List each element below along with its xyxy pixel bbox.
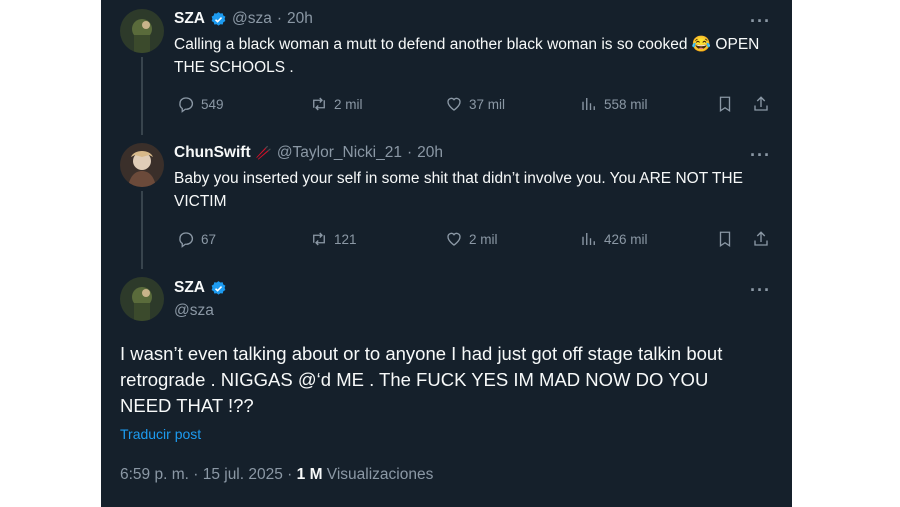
tweet-text: Baby you inserted your self in some shit… bbox=[174, 170, 743, 210]
share-button[interactable] bbox=[752, 95, 770, 113]
author-name[interactable]: SZA bbox=[174, 10, 205, 28]
tweet-time[interactable]: 20h bbox=[417, 144, 443, 162]
views-button[interactable]: 558 mil bbox=[580, 95, 648, 113]
reply-button[interactable]: 67 bbox=[177, 230, 216, 248]
thread-connector bbox=[141, 191, 143, 269]
like-icon bbox=[447, 97, 461, 111]
tweet-header: ChunSwift 🥢 @Taylor_Nicki_21 · 20h bbox=[174, 144, 443, 162]
repost-button[interactable]: 2 mil bbox=[310, 95, 363, 113]
tweet-text: Calling a black woman a mutt to defend a… bbox=[174, 36, 760, 76]
verified-badge-icon bbox=[211, 280, 226, 295]
reply-icon bbox=[179, 97, 194, 113]
author-handle[interactable]: @sza bbox=[174, 302, 214, 320]
views-label: Visualizaciones bbox=[326, 466, 434, 483]
reply-icon bbox=[179, 232, 194, 248]
tweet-actions: 67 121 2 mil 426 mil bbox=[174, 230, 774, 250]
like-button[interactable]: 37 mil bbox=[445, 95, 505, 113]
repost-icon bbox=[313, 97, 325, 111]
bookmark-icon bbox=[719, 231, 731, 248]
separator-dot: · bbox=[276, 10, 283, 27]
like-icon bbox=[447, 232, 461, 246]
author-handle[interactable]: @sza bbox=[232, 10, 272, 28]
repost-icon bbox=[313, 232, 325, 246]
like-count: 2 mil bbox=[469, 231, 498, 247]
bookmark-button[interactable] bbox=[716, 95, 734, 113]
more-icon[interactable]: ··· bbox=[750, 281, 771, 299]
repost-count: 121 bbox=[334, 231, 357, 247]
tweet-thread-panel: SZA @sza · 20h ··· Calling a black woman… bbox=[101, 0, 792, 507]
author-name[interactable]: SZA bbox=[174, 279, 205, 297]
share-button[interactable] bbox=[752, 230, 770, 248]
bookmark-button[interactable] bbox=[716, 230, 734, 248]
views-icon bbox=[582, 98, 595, 110]
tweet-actions: 549 2 mil 37 mil 558 mil bbox=[174, 95, 774, 115]
translate-link[interactable]: Traducir post bbox=[120, 426, 201, 442]
main-tweet-text: I wasn’t even talking about or to anyone… bbox=[120, 343, 723, 416]
views-count: 426 mil bbox=[604, 231, 648, 247]
avatar-chunswift[interactable] bbox=[120, 143, 164, 187]
like-button[interactable]: 2 mil bbox=[445, 230, 498, 248]
views-count: 558 mil bbox=[604, 96, 648, 112]
avatar-sza[interactable] bbox=[120, 277, 164, 321]
tweet-header: SZA bbox=[174, 279, 227, 297]
reply-button[interactable]: 549 bbox=[177, 95, 224, 113]
author-handle[interactable]: @Taylor_Nicki_21 bbox=[277, 144, 402, 162]
tweet-time[interactable]: 20h bbox=[287, 10, 313, 28]
reply-count: 67 bbox=[201, 231, 217, 247]
share-icon bbox=[754, 231, 768, 246]
verified-badge-icon bbox=[211, 11, 226, 26]
author-name[interactable]: ChunSwift bbox=[174, 144, 251, 162]
tweet-meta: 6:59 p. m. · 15 jul. 2025 · 1 M Visualiz… bbox=[120, 466, 433, 484]
avatar-sza[interactable] bbox=[120, 9, 164, 53]
repost-button[interactable]: 121 bbox=[310, 230, 357, 248]
share-icon bbox=[754, 96, 768, 111]
like-count: 37 mil bbox=[469, 96, 506, 112]
tweet-timestamp[interactable]: 6:59 p. m. · 15 jul. 2025 · bbox=[120, 466, 292, 483]
thread-connector bbox=[141, 57, 143, 135]
views-button[interactable]: 426 mil bbox=[580, 230, 648, 248]
repost-count: 2 mil bbox=[334, 96, 363, 112]
more-icon[interactable]: ··· bbox=[750, 146, 771, 164]
tweet-header: @sza bbox=[174, 302, 214, 320]
more-icon[interactable]: ··· bbox=[750, 12, 771, 30]
reply-count: 549 bbox=[201, 96, 224, 112]
separator-dot: · bbox=[406, 144, 413, 161]
tweet-header: SZA @sza · 20h bbox=[174, 10, 313, 28]
views-icon bbox=[582, 233, 595, 245]
views-total: 1 M bbox=[296, 466, 323, 483]
name-emoji: 🥢 bbox=[255, 145, 272, 160]
bookmark-icon bbox=[719, 96, 731, 113]
